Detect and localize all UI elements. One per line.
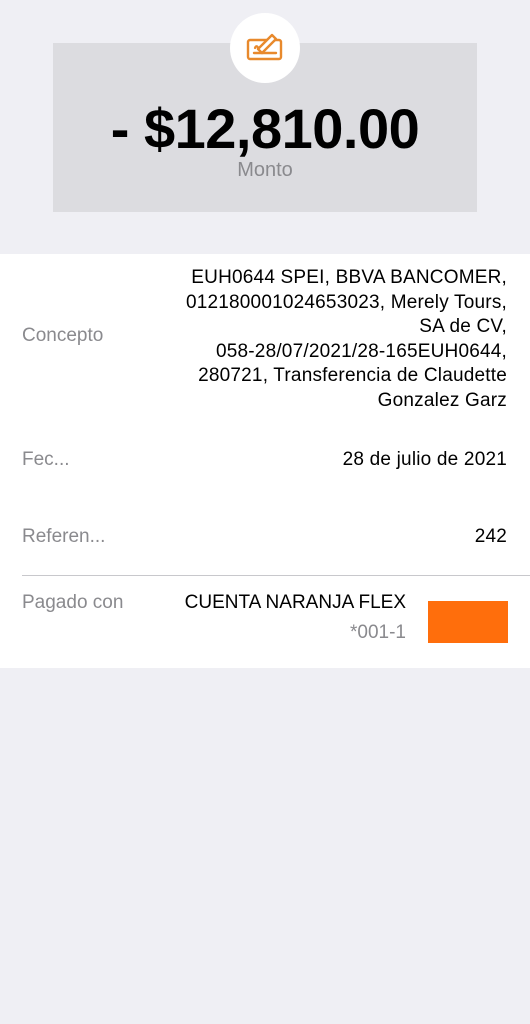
fecha-label: Fec... — [22, 449, 70, 470]
concepto-line: 012180001024653023, Merely Tours, — [185, 291, 507, 313]
concepto-label: Concepto — [22, 325, 104, 346]
transaction-amount: - $12,810.00 — [110, 97, 420, 160]
concepto-line: EUH0644 SPEI, BBVA BANCOMER, — [191, 267, 507, 288]
transaction-detail-screen: - $12,810.00 Monto Concepto EUH0644 SPEI… — [0, 0, 530, 1024]
amount-label: Monto — [237, 159, 293, 181]
account-name: CUENTA NARANJA FLEX — [184, 592, 406, 613]
concepto-line: 058-28/07/2021/28-165EUH0644, — [215, 340, 507, 362]
divider — [22, 575, 530, 576]
icon-badge — [230, 13, 300, 83]
fecha-value: 28 de julio de 2021 — [342, 449, 507, 470]
concepto-line: 280721, Transferencia de Claudette — [198, 365, 507, 387]
concepto-line: SA de CV, — [419, 316, 507, 338]
account-number: *001-1 — [350, 622, 406, 643]
transaction-details: Concepto EUH0644 SPEI, BBVA BANCOMER, 01… — [0, 254, 530, 668]
card-thumbnail — [428, 601, 508, 643]
referencia-value: 242 — [474, 526, 507, 547]
pagado-con-label: Pagado con — [22, 592, 124, 613]
referencia-label: Referen... — [22, 526, 106, 547]
check-edit-icon — [246, 31, 284, 66]
concepto-line: Gonzalez Garz — [377, 389, 507, 411]
concepto-value: EUH0644 SPEI, BBVA BANCOMER, 01218000102… — [147, 266, 507, 414]
